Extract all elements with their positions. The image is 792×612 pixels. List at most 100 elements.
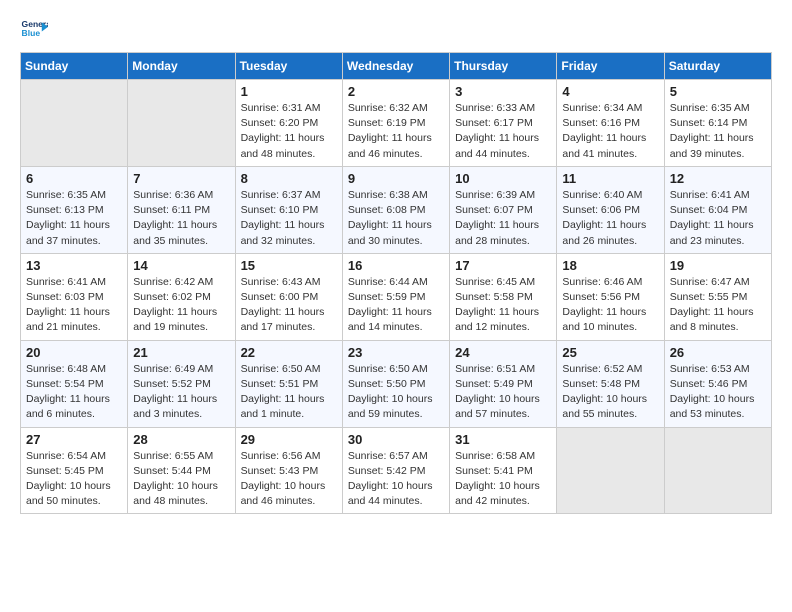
calendar-cell: 31 Sunrise: 6:58 AM Sunset: 5:41 PM Dayli… bbox=[450, 427, 557, 514]
day-info: Sunrise: 6:50 AM Sunset: 5:51 PM Dayligh… bbox=[241, 362, 337, 423]
calendar-cell: 3 Sunrise: 6:33 AM Sunset: 6:17 PM Daylig… bbox=[450, 80, 557, 167]
day-number: 31 bbox=[455, 432, 551, 447]
calendar-cell: 15 Sunrise: 6:43 AM Sunset: 6:00 PM Dayli… bbox=[235, 253, 342, 340]
day-number: 10 bbox=[455, 171, 551, 186]
calendar-cell: 18Sunrise: 6:46 AM Sunset: 5:56 PM Dayli… bbox=[557, 253, 664, 340]
day-number: 6 bbox=[26, 171, 122, 186]
day-number: 15 bbox=[241, 258, 337, 273]
calendar-cell: 9 Sunrise: 6:38 AM Sunset: 6:08 PM Daylig… bbox=[342, 166, 449, 253]
day-info: Sunrise: 6:41 AM Sunset: 6:03 PM Dayligh… bbox=[26, 275, 122, 336]
day-info: Sunrise: 6:45 AM Sunset: 5:58 PM Dayligh… bbox=[455, 275, 551, 336]
calendar-cell: 29 Sunrise: 6:56 AM Sunset: 5:43 PM Dayli… bbox=[235, 427, 342, 514]
day-number: 26 bbox=[670, 345, 766, 360]
calendar-cell: 6 Sunrise: 6:35 AM Sunset: 6:13 PM Daylig… bbox=[21, 166, 128, 253]
day-number: 19 bbox=[670, 258, 766, 273]
day-info: Sunrise: 6:39 AM Sunset: 6:07 PM Dayligh… bbox=[455, 188, 551, 249]
header-day-monday: Monday bbox=[128, 53, 235, 80]
day-info: Sunrise: 6:31 AM Sunset: 6:20 PM Dayligh… bbox=[241, 101, 337, 162]
calendar-cell: 19Sunrise: 6:47 AM Sunset: 5:55 PM Dayli… bbox=[664, 253, 771, 340]
day-info: Sunrise: 6:49 AM Sunset: 5:52 PM Dayligh… bbox=[133, 362, 229, 423]
calendar-cell: 21 Sunrise: 6:49 AM Sunset: 5:52 PM Dayli… bbox=[128, 340, 235, 427]
page: General Blue SundayMondayTuesdayWednesda… bbox=[0, 0, 792, 612]
day-number: 4 bbox=[562, 84, 658, 99]
day-number: 20 bbox=[26, 345, 122, 360]
day-number: 1 bbox=[241, 84, 337, 99]
day-number: 16 bbox=[348, 258, 444, 273]
logo-icon: General Blue bbox=[20, 16, 48, 44]
calendar-cell: 20 Sunrise: 6:48 AM Sunset: 5:54 PM Dayli… bbox=[21, 340, 128, 427]
day-info: Sunrise: 6:53 AM Sunset: 5:46 PM Dayligh… bbox=[670, 362, 766, 423]
calendar-cell bbox=[128, 80, 235, 167]
calendar-cell: 13 Sunrise: 6:41 AM Sunset: 6:03 PM Dayli… bbox=[21, 253, 128, 340]
week-row-3: 13 Sunrise: 6:41 AM Sunset: 6:03 PM Dayli… bbox=[21, 253, 772, 340]
calendar-cell: 26 Sunrise: 6:53 AM Sunset: 5:46 PM Dayli… bbox=[664, 340, 771, 427]
day-number: 22 bbox=[241, 345, 337, 360]
day-number: 25 bbox=[562, 345, 658, 360]
calendar-cell bbox=[557, 427, 664, 514]
day-number: 17 bbox=[455, 258, 551, 273]
day-info: Sunrise: 6:42 AM Sunset: 6:02 PM Dayligh… bbox=[133, 275, 229, 336]
day-info: Sunrise: 6:52 AM Sunset: 5:48 PM Dayligh… bbox=[562, 362, 658, 423]
day-number: 18 bbox=[562, 258, 658, 273]
calendar-cell: 5Sunrise: 6:35 AM Sunset: 6:14 PM Daylig… bbox=[664, 80, 771, 167]
day-number: 2 bbox=[348, 84, 444, 99]
day-number: 13 bbox=[26, 258, 122, 273]
day-info: Sunrise: 6:32 AM Sunset: 6:19 PM Dayligh… bbox=[348, 101, 444, 162]
calendar-cell bbox=[21, 80, 128, 167]
day-number: 28 bbox=[133, 432, 229, 447]
day-number: 29 bbox=[241, 432, 337, 447]
calendar-cell: 30 Sunrise: 6:57 AM Sunset: 5:42 PM Dayli… bbox=[342, 427, 449, 514]
day-info: Sunrise: 6:35 AM Sunset: 6:14 PM Dayligh… bbox=[670, 101, 766, 162]
header: General Blue bbox=[20, 16, 772, 44]
calendar-cell: 1 Sunrise: 6:31 AM Sunset: 6:20 PM Daylig… bbox=[235, 80, 342, 167]
calendar-cell: 17 Sunrise: 6:45 AM Sunset: 5:58 PM Dayli… bbox=[450, 253, 557, 340]
calendar-cell: 27Sunrise: 6:54 AM Sunset: 5:45 PM Dayli… bbox=[21, 427, 128, 514]
calendar-cell: 7 Sunrise: 6:36 AM Sunset: 6:11 PM Daylig… bbox=[128, 166, 235, 253]
header-day-saturday: Saturday bbox=[664, 53, 771, 80]
header-day-sunday: Sunday bbox=[21, 53, 128, 80]
day-info: Sunrise: 6:38 AM Sunset: 6:08 PM Dayligh… bbox=[348, 188, 444, 249]
svg-text:Blue: Blue bbox=[22, 28, 41, 38]
calendar-cell: 2 Sunrise: 6:32 AM Sunset: 6:19 PM Daylig… bbox=[342, 80, 449, 167]
calendar-cell: 4 Sunrise: 6:34 AM Sunset: 6:16 PM Daylig… bbox=[557, 80, 664, 167]
calendar-cell: 22 Sunrise: 6:50 AM Sunset: 5:51 PM Dayli… bbox=[235, 340, 342, 427]
day-number: 11 bbox=[562, 171, 658, 186]
day-info: Sunrise: 6:35 AM Sunset: 6:13 PM Dayligh… bbox=[26, 188, 122, 249]
day-number: 3 bbox=[455, 84, 551, 99]
day-number: 23 bbox=[348, 345, 444, 360]
day-info: Sunrise: 6:56 AM Sunset: 5:43 PM Dayligh… bbox=[241, 449, 337, 510]
calendar-cell bbox=[664, 427, 771, 514]
calendar-cell: 10 Sunrise: 6:39 AM Sunset: 6:07 PM Dayli… bbox=[450, 166, 557, 253]
day-number: 7 bbox=[133, 171, 229, 186]
day-info: Sunrise: 6:51 AM Sunset: 5:49 PM Dayligh… bbox=[455, 362, 551, 423]
calendar-cell: 25 Sunrise: 6:52 AM Sunset: 5:48 PM Dayli… bbox=[557, 340, 664, 427]
week-row-2: 6 Sunrise: 6:35 AM Sunset: 6:13 PM Daylig… bbox=[21, 166, 772, 253]
day-number: 24 bbox=[455, 345, 551, 360]
day-info: Sunrise: 6:55 AM Sunset: 5:44 PM Dayligh… bbox=[133, 449, 229, 510]
day-info: Sunrise: 6:36 AM Sunset: 6:11 PM Dayligh… bbox=[133, 188, 229, 249]
day-info: Sunrise: 6:48 AM Sunset: 5:54 PM Dayligh… bbox=[26, 362, 122, 423]
calendar-cell: 28 Sunrise: 6:55 AM Sunset: 5:44 PM Dayli… bbox=[128, 427, 235, 514]
week-row-4: 20 Sunrise: 6:48 AM Sunset: 5:54 PM Dayli… bbox=[21, 340, 772, 427]
day-number: 14 bbox=[133, 258, 229, 273]
day-info: Sunrise: 6:58 AM Sunset: 5:41 PM Dayligh… bbox=[455, 449, 551, 510]
day-info: Sunrise: 6:40 AM Sunset: 6:06 PM Dayligh… bbox=[562, 188, 658, 249]
day-info: Sunrise: 6:33 AM Sunset: 6:17 PM Dayligh… bbox=[455, 101, 551, 162]
header-day-friday: Friday bbox=[557, 53, 664, 80]
header-day-tuesday: Tuesday bbox=[235, 53, 342, 80]
day-number: 8 bbox=[241, 171, 337, 186]
day-number: 9 bbox=[348, 171, 444, 186]
day-number: 30 bbox=[348, 432, 444, 447]
day-info: Sunrise: 6:44 AM Sunset: 5:59 PM Dayligh… bbox=[348, 275, 444, 336]
calendar-cell: 8 Sunrise: 6:37 AM Sunset: 6:10 PM Daylig… bbox=[235, 166, 342, 253]
day-info: Sunrise: 6:37 AM Sunset: 6:10 PM Dayligh… bbox=[241, 188, 337, 249]
week-row-5: 27Sunrise: 6:54 AM Sunset: 5:45 PM Dayli… bbox=[21, 427, 772, 514]
header-row: SundayMondayTuesdayWednesdayThursdayFrid… bbox=[21, 53, 772, 80]
calendar-cell: 23Sunrise: 6:50 AM Sunset: 5:50 PM Dayli… bbox=[342, 340, 449, 427]
day-number: 21 bbox=[133, 345, 229, 360]
day-info: Sunrise: 6:43 AM Sunset: 6:00 PM Dayligh… bbox=[241, 275, 337, 336]
header-day-wednesday: Wednesday bbox=[342, 53, 449, 80]
day-number: 27 bbox=[26, 432, 122, 447]
day-info: Sunrise: 6:57 AM Sunset: 5:42 PM Dayligh… bbox=[348, 449, 444, 510]
day-info: Sunrise: 6:34 AM Sunset: 6:16 PM Dayligh… bbox=[562, 101, 658, 162]
